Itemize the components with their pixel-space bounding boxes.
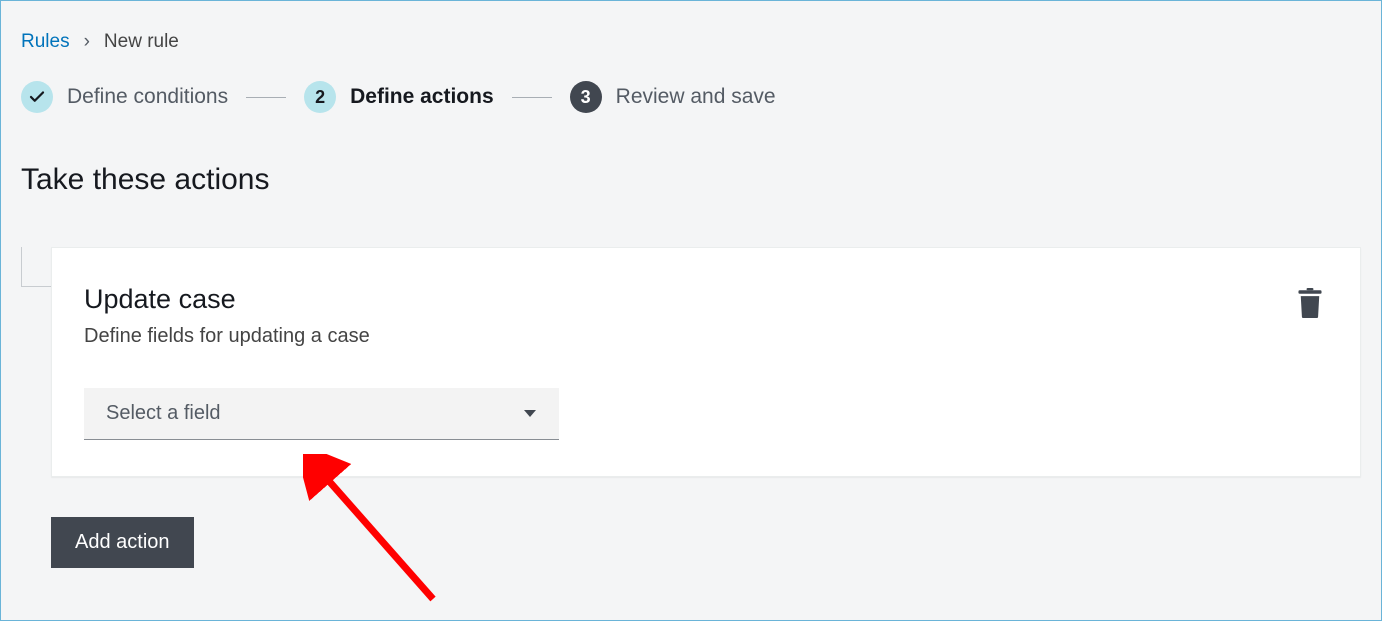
- wizard-stepper: Define conditions 2 Define actions 3 Rev…: [21, 81, 1361, 113]
- breadcrumb-root-link[interactable]: Rules: [21, 31, 70, 53]
- breadcrumb-current: New rule: [104, 31, 179, 53]
- step-number-icon: 3: [570, 81, 602, 113]
- step-define-conditions[interactable]: Define conditions: [21, 81, 228, 113]
- action-card-wrapper: Update case Define fields for updating a…: [21, 247, 1361, 477]
- step-label: Review and save: [616, 85, 776, 109]
- card-heading-group: Update case Define fields for updating a…: [84, 284, 370, 388]
- field-select[interactable]: Select a field: [84, 388, 559, 440]
- step-define-actions[interactable]: 2 Define actions: [304, 81, 494, 113]
- card-header: Update case Define fields for updating a…: [84, 284, 1328, 388]
- step-review-save[interactable]: 3 Review and save: [570, 81, 776, 113]
- step-label: Define actions: [350, 85, 494, 109]
- step-connector: [246, 97, 286, 98]
- breadcrumb: Rules › New rule: [21, 31, 1361, 53]
- field-select-label: Select a field: [106, 402, 221, 425]
- step-number-icon: 2: [304, 81, 336, 113]
- add-action-button[interactable]: Add action: [51, 517, 194, 568]
- page-title: Take these actions: [21, 163, 1361, 197]
- step-label: Define conditions: [67, 85, 228, 109]
- action-card: Update case Define fields for updating a…: [51, 247, 1361, 477]
- card-subtitle: Define fields for updating a case: [84, 325, 370, 348]
- step-connector: [512, 97, 552, 98]
- delete-action-button[interactable]: [1292, 284, 1328, 325]
- page-content: Rules › New rule Define conditions 2 Def…: [1, 1, 1381, 568]
- trash-icon: [1296, 288, 1324, 318]
- guide-line: [21, 247, 51, 287]
- caret-down-icon: [523, 409, 537, 419]
- field-select-wrapper: Select a field: [84, 388, 559, 440]
- chevron-right-icon: ›: [84, 31, 90, 53]
- check-icon: [21, 81, 53, 113]
- card-title: Update case: [84, 284, 370, 315]
